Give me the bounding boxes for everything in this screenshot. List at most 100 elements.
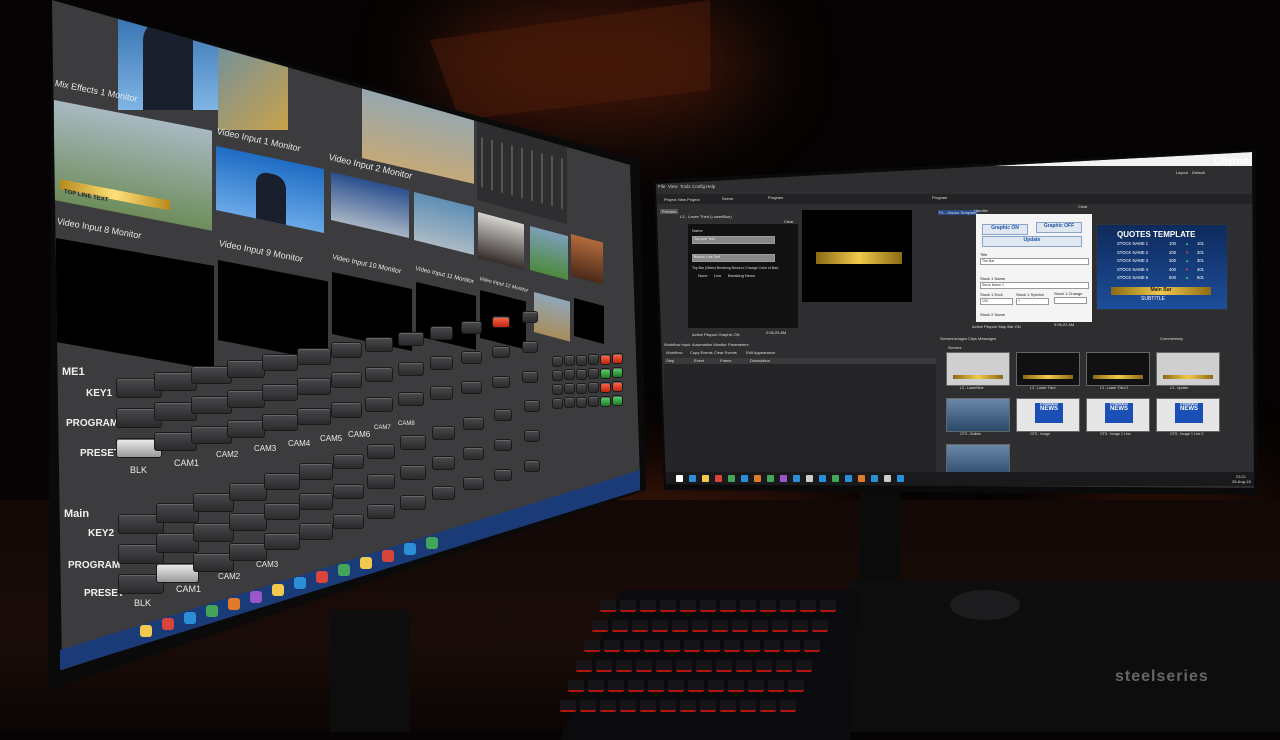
me1-button[interactable]	[397, 361, 424, 376]
aux-button[interactable]	[600, 353, 611, 365]
main-button[interactable]	[264, 503, 301, 521]
taskbar-app-icon[interactable]	[806, 475, 813, 482]
copy-events-button[interactable]: Copy Events	[690, 350, 713, 355]
subtitle-input[interactable]: Bottom Line Text	[692, 254, 775, 262]
main-button[interactable]	[192, 523, 234, 542]
aux-button[interactable]	[588, 368, 599, 380]
tab-images[interactable]: Images	[954, 336, 967, 341]
main-button[interactable]	[431, 456, 456, 470]
taskbar-app-icon[interactable]	[676, 475, 683, 482]
radio-none[interactable]: None	[698, 273, 708, 278]
main-button[interactable]	[192, 553, 234, 572]
scene-thumbnail[interactable]	[1156, 352, 1220, 386]
radio-live[interactable]: Live	[714, 273, 721, 278]
me1-button[interactable]	[397, 391, 424, 406]
layout-dropdown[interactable]: Default	[1192, 170, 1205, 175]
me1-button[interactable]	[364, 396, 394, 413]
taskbar-app-icon[interactable]	[426, 536, 438, 549]
scene-button[interactable]: Scene	[722, 196, 733, 201]
main-button[interactable]	[333, 453, 365, 470]
aux-button[interactable]	[588, 382, 599, 394]
taskbar-app-icon[interactable]	[294, 577, 306, 590]
stock1-change-input[interactable]	[1054, 297, 1087, 304]
project-dropdown[interactable]: New Project	[678, 197, 700, 202]
taskbar-app-icon[interactable]	[272, 584, 284, 597]
me1-button[interactable]	[461, 321, 482, 335]
taskbar-app-icon[interactable]	[404, 543, 416, 556]
me1-button[interactable]	[491, 316, 511, 329]
taskbar-app-icon[interactable]	[754, 475, 761, 482]
scene-thumbnail[interactable]: CHYRONHEGO NEWS	[1016, 398, 1080, 432]
me1-button[interactable]	[226, 389, 266, 408]
aux-button[interactable]	[612, 367, 623, 378]
menu-tools[interactable]: Tools	[680, 184, 691, 189]
taskbar-app-icon[interactable]	[845, 475, 852, 482]
scene-thumbnail[interactable]	[1086, 352, 1150, 386]
main-button[interactable]	[264, 473, 301, 491]
tab-workflow-input[interactable]: Workflow Input	[664, 342, 690, 347]
aux-button[interactable]	[588, 396, 599, 408]
taskbar-app-icon[interactable]	[162, 618, 174, 631]
main-button[interactable]	[493, 438, 513, 452]
menu-config[interactable]: Config	[692, 184, 705, 189]
taskbar-app-icon[interactable]	[884, 475, 891, 482]
taskbar-app-icon[interactable]	[858, 475, 865, 482]
main-button[interactable]	[523, 430, 540, 443]
scene-thumbnail[interactable]: CHYRONHEGO NEWS	[1086, 398, 1150, 432]
main-button[interactable]	[463, 477, 484, 491]
aux-button[interactable]	[588, 354, 599, 366]
main-button[interactable]	[399, 465, 426, 480]
me1-button[interactable]	[491, 346, 511, 359]
aux-button[interactable]	[612, 381, 623, 392]
me1-button[interactable]	[297, 408, 331, 425]
main-button[interactable]	[228, 512, 268, 531]
aux-button[interactable]	[552, 398, 563, 409]
aux-button[interactable]	[576, 396, 587, 408]
main-button[interactable]	[366, 444, 396, 460]
menu-help[interactable]: Help	[706, 184, 715, 189]
me1-button[interactable]	[397, 331, 424, 346]
taskbar-app-icon[interactable]	[228, 597, 240, 610]
menu-view[interactable]: View	[668, 184, 678, 189]
scene-thumbnail[interactable]	[1016, 352, 1080, 386]
graphic-on-button[interactable]: Graphic ON	[982, 224, 1028, 235]
me1-button[interactable]	[190, 395, 232, 415]
me1-button[interactable]	[331, 402, 363, 419]
aux-button[interactable]	[552, 356, 563, 367]
me1-button[interactable]	[190, 365, 232, 385]
me1-button[interactable]	[521, 311, 538, 323]
aux-button[interactable]	[600, 395, 611, 407]
main-button[interactable]	[431, 486, 456, 500]
taskbar-app-icon[interactable]	[702, 475, 709, 482]
taskbar-app-icon[interactable]	[250, 591, 262, 604]
taskbar-app-icon[interactable]	[897, 475, 904, 482]
main-button[interactable]	[299, 463, 333, 480]
aux-button[interactable]	[576, 354, 587, 366]
me1-button[interactable]	[521, 371, 538, 383]
main-button[interactable]	[264, 533, 301, 551]
me1-button[interactable]	[331, 372, 363, 389]
scene-thumbnail[interactable]: CHYRONHEGO NEWS	[1156, 398, 1220, 432]
main-button[interactable]	[366, 474, 396, 490]
me1-button[interactable]	[491, 376, 511, 389]
main-button[interactable]	[523, 460, 540, 473]
stock1-name-input[interactable]: Stock Name 1	[980, 282, 1089, 289]
tab-parameters[interactable]: Parameters	[728, 342, 749, 347]
radio-breaking-news[interactable]: Breaking News	[728, 273, 755, 278]
main-button[interactable]	[399, 435, 426, 450]
aux-button[interactable]	[612, 395, 623, 406]
scene-thumbnail[interactable]	[946, 398, 1010, 432]
me1-button[interactable]	[429, 356, 454, 370]
main-button[interactable]	[463, 447, 484, 461]
aux-button[interactable]	[564, 397, 575, 409]
aux-button[interactable]	[552, 370, 563, 381]
name-input[interactable]: Top Line Text	[692, 236, 775, 244]
title-input[interactable]: The Bar	[980, 258, 1089, 265]
main-button[interactable]	[228, 482, 268, 501]
main-button[interactable]	[333, 513, 365, 530]
me1-button[interactable]	[226, 359, 266, 378]
main-button[interactable]	[299, 493, 333, 510]
main-button[interactable]	[192, 493, 234, 512]
me1-button[interactable]	[297, 348, 331, 365]
me1-button[interactable]	[297, 378, 331, 395]
